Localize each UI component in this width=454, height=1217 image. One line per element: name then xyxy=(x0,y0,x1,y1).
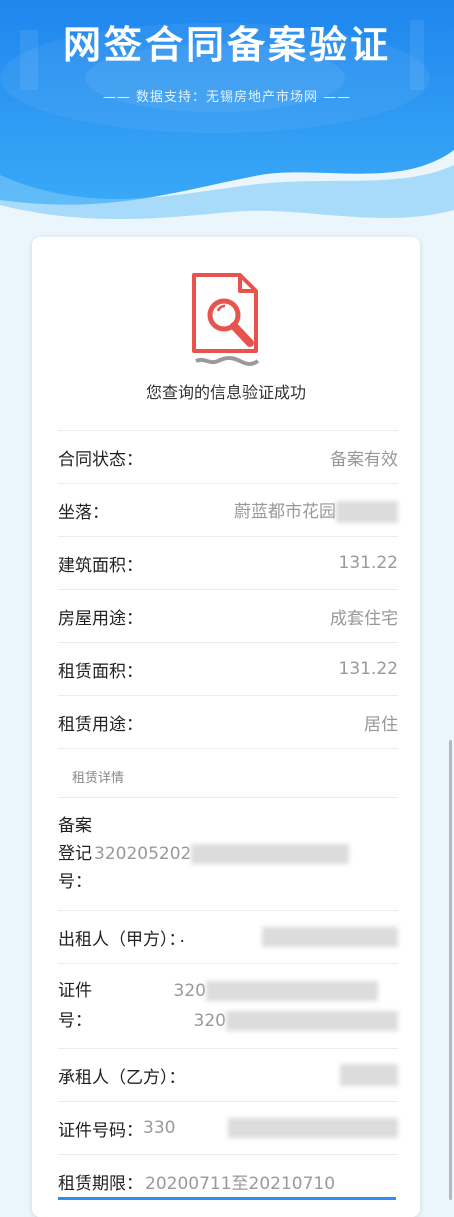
info-row-building-area: 建筑面积： 131.22 xyxy=(58,536,398,589)
info-label: 坐落： xyxy=(58,502,109,523)
page-title: 网签合同备案验证 xyxy=(62,23,391,67)
info-label: 租赁期限： xyxy=(58,1173,143,1194)
verification-result-message: 您查询的信息验证成功 xyxy=(145,383,306,402)
info-row-contract-status: 合同状态： 备案有效 xyxy=(58,430,398,483)
data-source-subtitle: —— 数据支持：无锡房地产市场网 —— xyxy=(102,90,352,105)
contract-info-list: 合同状态： 备案有效 坐落： 蔚蓝都市花园 建筑面积： 131.22 房屋用途：… xyxy=(58,430,398,1207)
scrollbar[interactable] xyxy=(449,740,452,1200)
info-value: 320205202 xyxy=(94,844,192,864)
info-row-house-usage: 房屋用途： 成套住宅 xyxy=(58,589,398,642)
info-value: 蔚蓝都市花园 xyxy=(234,502,336,522)
verification-card: 您查询的信息验证成功 合同状态： 备案有效 坐落： 蔚蓝都市花园 建筑面积： 1… xyxy=(32,237,420,1217)
info-value-registration: 320205202 xyxy=(94,844,350,864)
info-row-lease-usage: 租赁用途： 居住 xyxy=(58,695,398,748)
info-label: 建筑面积： xyxy=(58,555,143,576)
info-value: 居住 xyxy=(364,714,398,735)
lease-details-section-label: 租赁详情 xyxy=(58,748,398,797)
redacted-mask xyxy=(228,1118,398,1138)
redacted-mask xyxy=(340,1064,398,1086)
info-label: 租赁用途： xyxy=(58,714,143,735)
info-value: 成套住宅 xyxy=(330,608,398,629)
info-label: 房屋用途： xyxy=(58,608,143,629)
info-value: 131.22 xyxy=(338,659,398,679)
redacted-mask xyxy=(206,981,378,1001)
info-value: 20200711至20210710 xyxy=(145,1173,336,1194)
info-row-location: 坐落： 蔚蓝都市花园 xyxy=(58,483,398,536)
info-row-registration-number: 备案 登记 号： 320205202 xyxy=(58,797,398,910)
redacted-mask xyxy=(336,501,398,523)
header-banner: 网签合同备案验证 —— 数据支持：无锡房地产市场网 —— xyxy=(0,0,454,230)
info-value-lessor-id: 320 320 xyxy=(174,976,398,1036)
info-label: 承租人（乙方）： xyxy=(58,1067,186,1088)
info-row-lease-area: 租赁面积： 131.22 xyxy=(58,642,398,695)
info-row-lessee: 承租人（乙方）： xyxy=(58,1048,398,1101)
info-value: . xyxy=(179,927,185,947)
redacted-mask xyxy=(226,1011,398,1031)
info-label: 备案 登记 号： xyxy=(58,816,92,892)
info-label: 租赁面积： xyxy=(58,661,143,682)
info-label: 证件号码： xyxy=(58,1120,143,1141)
info-label: 出租人（甲方）： xyxy=(58,929,186,950)
info-row-lessor-id: 证件 号： 320 320 xyxy=(58,963,398,1048)
info-label: 合同状态： xyxy=(58,449,143,470)
document-search-icon xyxy=(182,271,268,371)
redacted-mask xyxy=(262,927,398,947)
redacted-mask xyxy=(191,844,350,864)
info-row-lessee-id: 证件号码： 330 xyxy=(58,1101,398,1154)
info-value: 131.22 xyxy=(338,553,398,573)
info-row-lessor: 出租人（甲方）： . xyxy=(58,910,398,963)
info-value: 330 xyxy=(143,1118,176,1138)
info-label: 证件 号： xyxy=(58,981,92,1031)
info-value-location: 蔚蓝都市花园 xyxy=(234,497,398,523)
info-value: 备案有效 xyxy=(330,449,398,470)
